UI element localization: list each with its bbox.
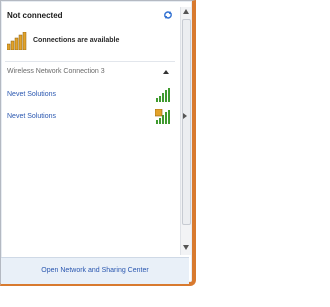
network-name: Nevet Solutions (7, 91, 57, 98)
network-name: Nevet Solutions (7, 113, 57, 120)
chevron-right-icon (183, 113, 187, 119)
scroll-up-icon[interactable] (183, 9, 189, 14)
network-item[interactable]: Nevet Solutions (7, 87, 175, 105)
scroll-down-icon[interactable] (183, 245, 189, 250)
chevron-up-icon (163, 70, 169, 74)
scroll-thumb[interactable] (182, 19, 191, 225)
scrollbar[interactable] (180, 7, 191, 255)
wifi-signal-icon (156, 88, 170, 102)
connection-status: Not connected (7, 11, 63, 20)
wireless-section-title: Wireless Network Connection 3 (7, 68, 105, 75)
wireless-section-header[interactable]: Wireless Network Connection 3 (7, 68, 175, 80)
network-item[interactable]: Nevet Solutions (7, 109, 175, 127)
refresh-icon[interactable] (163, 10, 173, 20)
secured-wifi-signal-icon (155, 109, 170, 124)
connections-available-label: Connections are available (33, 37, 120, 44)
open-network-center-link[interactable]: Open Network and Sharing Center (1, 267, 189, 274)
signal-bars-icon (7, 32, 27, 50)
connections-available: Connections are available (7, 31, 177, 51)
footer-bar: Open Network and Sharing Center (1, 257, 189, 284)
divider (5, 61, 175, 62)
network-flyout: Not connected Connections are available … (0, 0, 196, 286)
